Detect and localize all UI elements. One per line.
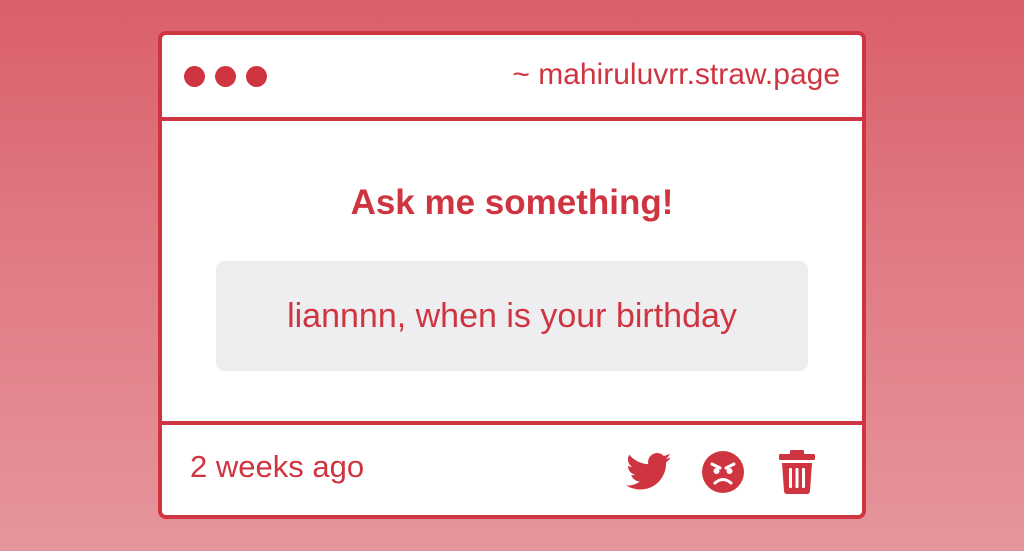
page-url: ~ mahiruluvrr.straw.page	[512, 58, 840, 91]
question-card: ~ mahiruluvrr.straw.page Ask me somethin…	[158, 31, 866, 519]
delete-button[interactable]	[774, 449, 820, 495]
card-body: Ask me something! liannnn, when is your …	[162, 121, 862, 425]
twitter-icon	[626, 453, 672, 490]
window-dot-2	[215, 66, 236, 87]
timestamp: 2 weeks ago	[190, 449, 365, 484]
action-bar	[626, 449, 820, 495]
question-box: liannnn, when is your birthday	[216, 261, 808, 371]
window-dot-3	[246, 66, 267, 87]
window-controls	[184, 66, 267, 87]
window-dot-1	[184, 66, 205, 87]
card-footer: 2 weeks ago	[162, 421, 862, 515]
card-heading: Ask me something!	[350, 183, 674, 222]
question-text: liannnn, when is your birthday	[287, 296, 737, 335]
share-twitter-button[interactable]	[626, 449, 672, 495]
trash-icon	[779, 450, 815, 494]
react-angry-button[interactable]	[700, 449, 746, 495]
window-titlebar: ~ mahiruluvrr.straw.page	[162, 35, 862, 121]
angry-face-icon	[702, 451, 744, 493]
